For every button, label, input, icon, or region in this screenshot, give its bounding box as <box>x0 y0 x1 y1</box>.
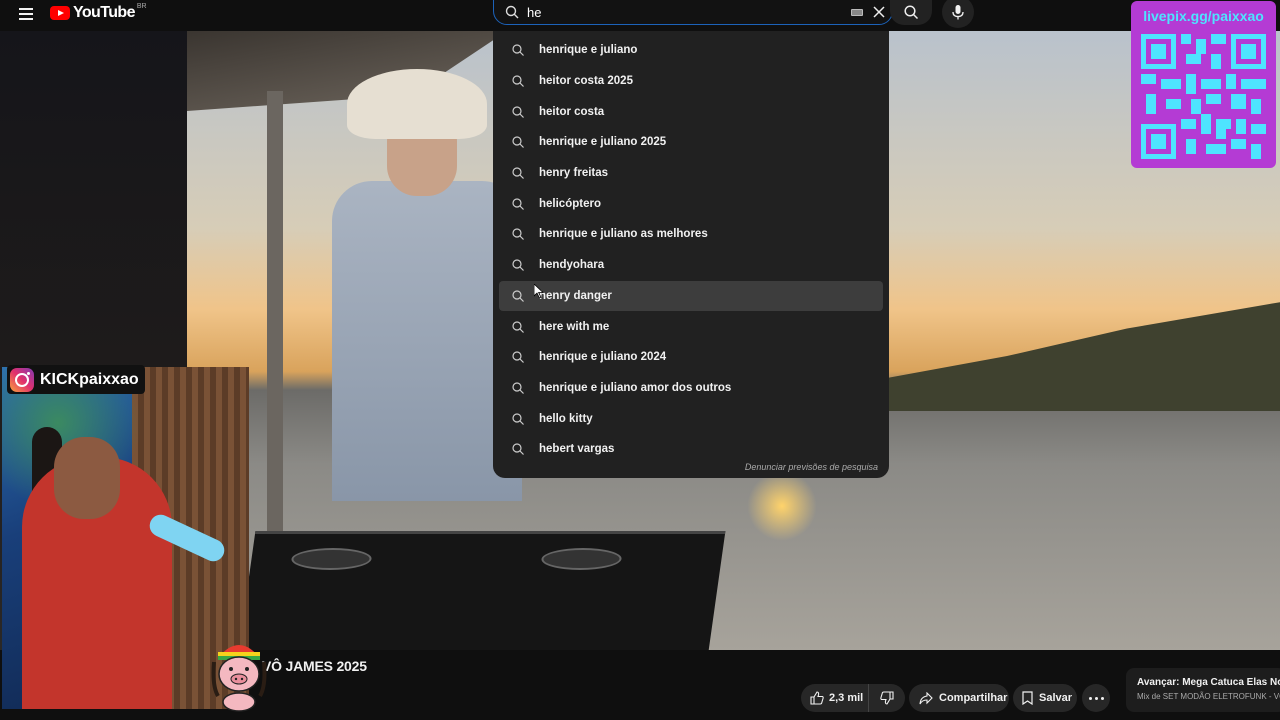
suggestion-item[interactable]: henry freitas <box>499 158 883 189</box>
search-suggestions: henrique e juliano heitor costa 2025 heito… <box>493 31 889 478</box>
search-icon <box>512 75 524 87</box>
menu-icon[interactable] <box>14 5 38 25</box>
suggestion-item[interactable]: hebert vargas <box>499 434 883 465</box>
suggestion-text: henrique e juliano amor dos outros <box>539 381 732 394</box>
save-button[interactable]: Salvar <box>1013 684 1077 712</box>
share-button[interactable]: Compartilhar <box>909 684 1009 712</box>
suggestion-item[interactable]: hendyohara <box>499 250 883 281</box>
suggestion-text: henry freitas <box>539 167 609 180</box>
logo-region: BR <box>136 2 147 10</box>
search-icon <box>512 228 524 241</box>
suggestion-item[interactable]: helicóptero <box>499 188 883 219</box>
search-icon <box>512 382 524 394</box>
suggestion-item[interactable]: heitor costa <box>499 96 883 127</box>
suggestion-item[interactable]: here with me <box>499 311 883 342</box>
more-dots-icon <box>1088 696 1092 700</box>
video-title: VÔ JAMES 2025 <box>262 658 367 674</box>
search-input[interactable] <box>527 3 837 21</box>
suggestion-item[interactable]: henrique e juliano amor dos outros <box>499 373 883 404</box>
youtube-logo[interactable]: YouTube BR <box>50 2 147 22</box>
next-video-card[interactable]: Avançar: Mega Catuca Elas No C Mix de SE… <box>1126 668 1280 712</box>
microphone-icon <box>952 5 964 20</box>
keyboard-icon[interactable] <box>851 9 863 16</box>
share-icon <box>919 691 933 704</box>
suggestion-text: hebert vargas <box>539 443 615 456</box>
livepix-qr-panel: livepix.gg/paixxao <box>1131 1 1276 168</box>
search-icon <box>904 5 919 20</box>
search-button[interactable] <box>890 0 932 25</box>
mouse-cursor-icon <box>534 284 544 299</box>
suggestion-item[interactable]: henrique e juliano 2025 <box>499 127 883 158</box>
bookmark-icon <box>1022 691 1033 705</box>
more-actions-button[interactable] <box>1082 684 1110 712</box>
search-icon <box>512 290 524 302</box>
next-video-subtitle: Mix de SET MODÃO ELETROFUNK - VO <box>1137 692 1280 701</box>
clear-search-icon[interactable] <box>871 4 887 20</box>
suggestion-item[interactable]: hello kitty <box>499 403 883 434</box>
search-icon <box>512 198 524 210</box>
report-predictions-link[interactable]: Denunciar previsões de pesquisa <box>745 462 878 472</box>
qr-code-icon <box>1141 34 1266 159</box>
instagram-icon <box>10 367 34 392</box>
thumbs-down-icon <box>880 691 894 705</box>
dj-controller <box>238 531 726 650</box>
suggestion-text: henry danger <box>539 289 612 302</box>
voice-search-button[interactable] <box>942 0 974 28</box>
suggestion-item[interactable]: henrique e juliano 2024 <box>499 342 883 373</box>
search-icon <box>512 320 524 333</box>
suggestion-text: henrique e juliano as melhores <box>539 228 708 241</box>
search-icon <box>512 412 524 425</box>
suggestion-text: heitor costa <box>539 105 605 118</box>
share-label: Compartilhar <box>939 692 1008 704</box>
search-icon <box>512 167 524 180</box>
suggestion-text: henrique e juliano <box>539 44 638 57</box>
pig-mascot-icon <box>211 645 267 712</box>
suggestion-item[interactable]: henry danger <box>499 280 883 312</box>
search-icon <box>512 44 524 57</box>
save-label: Salvar <box>1039 692 1073 704</box>
youtube-play-icon <box>50 6 70 20</box>
search-icon <box>512 259 524 272</box>
suggestion-item[interactable]: heitor costa 2025 <box>499 66 883 97</box>
qr-title: livepix.gg/paixxao <box>1143 8 1264 24</box>
search-icon <box>512 106 524 118</box>
dislike-button[interactable] <box>869 684 905 712</box>
suggestion-text: hello kitty <box>539 412 593 425</box>
suggestion-text: heitor costa 2025 <box>539 75 633 88</box>
next-video-title: Avançar: Mega Catuca Elas No C <box>1137 677 1280 688</box>
suggestion-text: henrique e juliano 2025 <box>539 136 667 149</box>
suggestion-text: helicóptero <box>539 197 601 210</box>
thumbs-up-icon <box>810 691 824 705</box>
logo-text: YouTube <box>73 4 135 21</box>
suggestion-text: henrique e juliano 2024 <box>539 351 667 364</box>
suggestion-item[interactable]: henrique e juliano as melhores <box>499 219 883 250</box>
search-box <box>493 0 893 25</box>
like-dislike-group: 2,3 mil <box>801 684 905 712</box>
masthead: YouTube BR <box>0 0 1280 31</box>
instagram-handle: KICKpaixxao <box>40 370 139 388</box>
search-icon <box>512 443 524 456</box>
suggestion-text: here with me <box>539 320 610 333</box>
suggestion-item[interactable]: henrique e juliano <box>499 35 883 66</box>
search-icon <box>512 351 524 364</box>
search-icon <box>512 136 524 149</box>
search-icon <box>505 5 519 19</box>
instagram-tag: KICKpaixxao <box>7 365 145 394</box>
suggestion-text: hendyohara <box>539 259 605 272</box>
like-count: 2,3 mil <box>829 692 864 704</box>
like-button[interactable]: 2,3 mil <box>801 684 869 712</box>
